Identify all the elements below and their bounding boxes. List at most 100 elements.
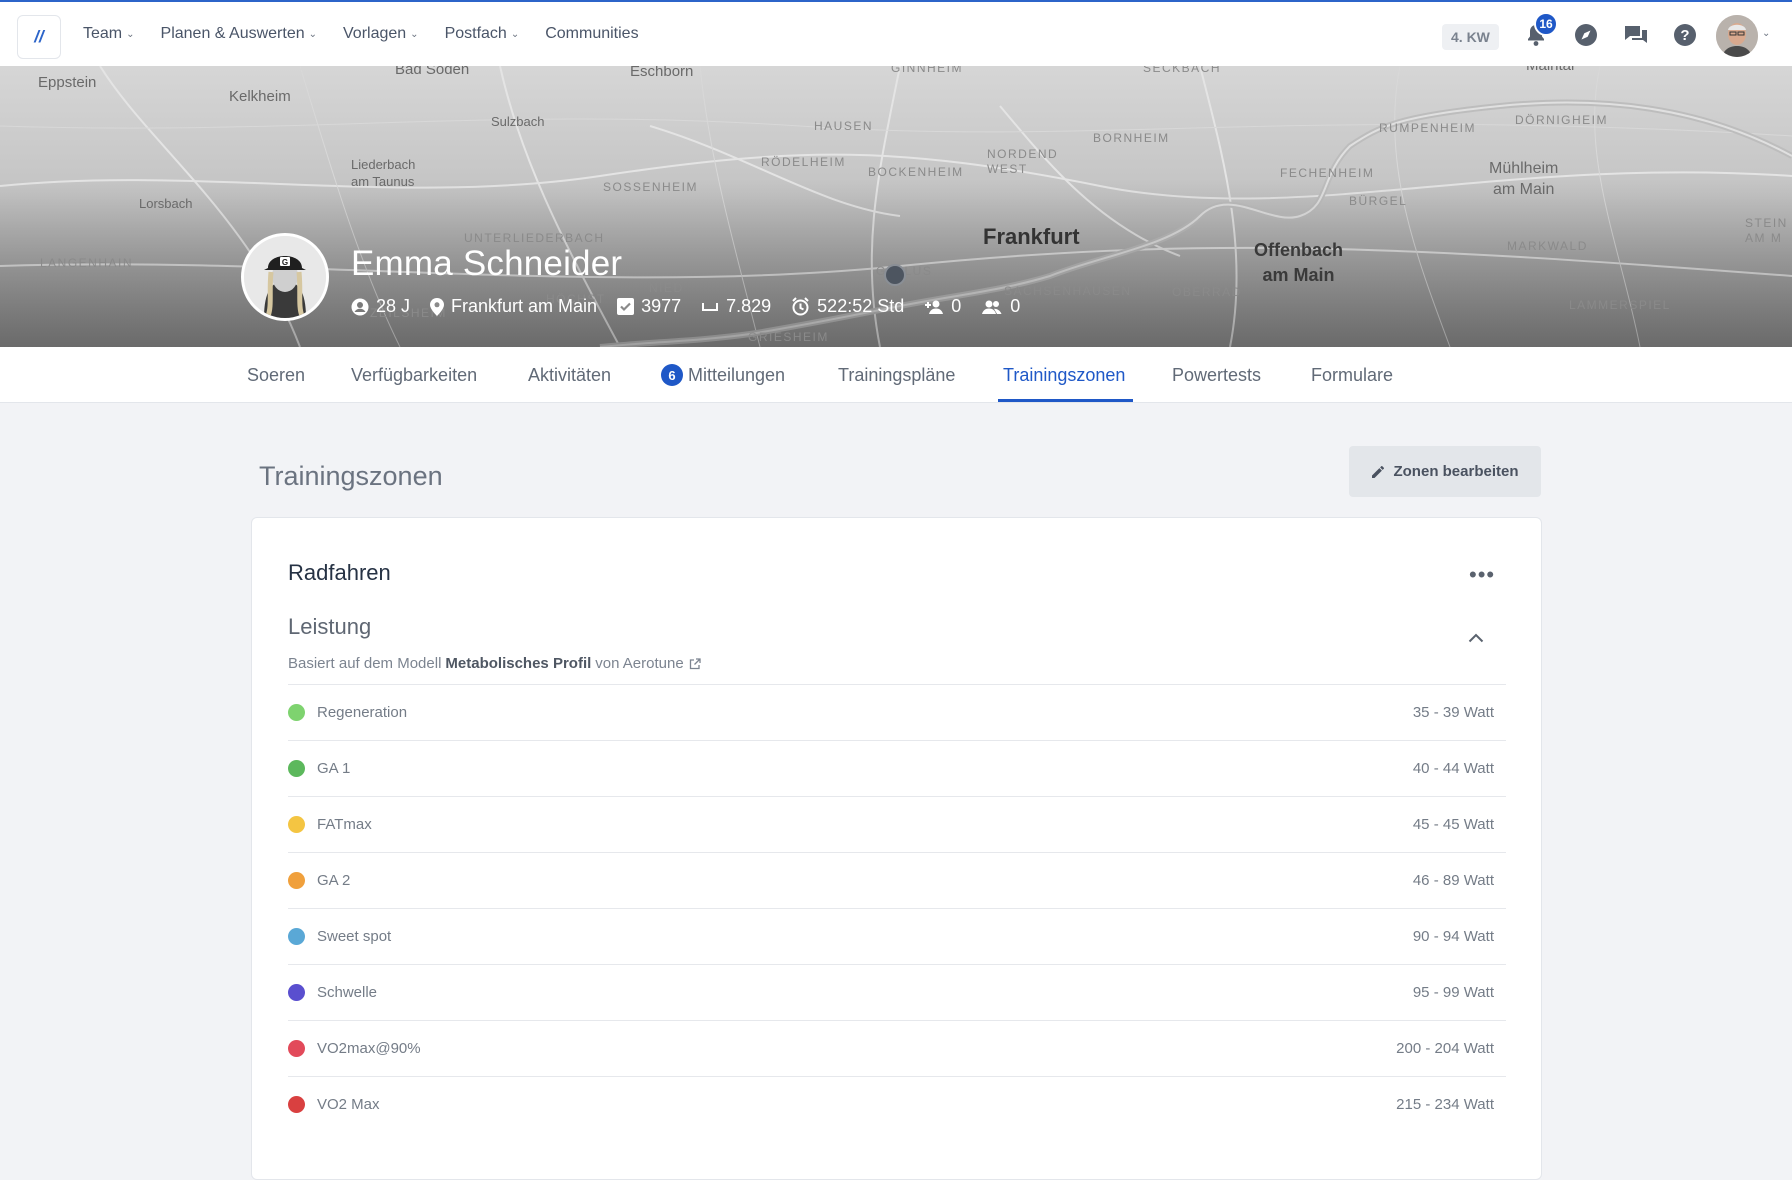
week-indicator[interactable]: 4. KW: [1442, 24, 1499, 50]
tab-mitteilungen[interactable]: 6 Mitteilungen: [661, 347, 785, 403]
chevron-down-icon: ⌄: [308, 28, 317, 40]
map-label: Mühlheim am Main: [1489, 160, 1559, 198]
map-label: NORDEND WEST: [987, 147, 1059, 176]
stat-groups: 0: [981, 296, 1020, 317]
tab-aktivitaeten[interactable]: Aktivitäten: [528, 347, 611, 403]
profile-stats: 28 J Frankfurt am Main 3977 7.829 522:52…: [351, 296, 1040, 317]
map-label: BORNHEIM: [1093, 131, 1170, 145]
nav-team[interactable]: Team ⌄: [83, 25, 135, 43]
map-label: Eppstein: [38, 74, 97, 91]
map-label: Kelkheim: [229, 88, 291, 105]
map-label: Frankfurt: [983, 224, 1080, 249]
zone-color-dot: [288, 984, 305, 1001]
subtitle-prefix: Basiert auf dem Modell: [288, 655, 442, 672]
zone-color-dot: [288, 704, 305, 721]
zone-name: VO2max@90%: [317, 1040, 421, 1057]
nav-vorlagen[interactable]: Vorlagen ⌄: [343, 25, 419, 43]
tab-trainingsplaene[interactable]: Trainingspläne: [838, 347, 955, 403]
map-label: LAMMERSPIEL: [1569, 298, 1671, 312]
main-nav: Team ⌄ Planen & Auswerten ⌄ Vorlagen ⌄ Post…: [83, 2, 665, 66]
card-title: Radfahren: [288, 560, 391, 585]
tab-powertests[interactable]: Powertests: [1172, 347, 1261, 403]
tab-verfuegbarkeiten[interactable]: Verfügbarkeiten: [351, 347, 477, 403]
tab-formulare[interactable]: Formulare: [1311, 347, 1393, 403]
edit-zones-label: Zonen bearbeiten: [1393, 463, 1519, 480]
zone-row: GA 2 46 - 89 Watt: [288, 852, 1506, 908]
zone-range: 90 - 94 Watt: [1412, 928, 1494, 945]
map-label: OBERRAD: [1172, 285, 1242, 299]
map-label: LANGENHAIN: [40, 256, 134, 270]
map-label: RUMPENHEIM: [1379, 121, 1477, 135]
help-icon[interactable]: ?: [1672, 22, 1698, 48]
tab-trainingszonen[interactable]: Trainingszonen: [1003, 347, 1125, 403]
zone-color-dot: [288, 760, 305, 777]
more-options-icon[interactable]: •••: [1469, 562, 1495, 588]
stat-location: Frankfurt am Main: [430, 296, 597, 317]
map-label: HAUSEN: [814, 119, 874, 133]
map-label: GINNHEIM: [891, 66, 963, 75]
zone-name: Regeneration: [317, 704, 408, 721]
zone-color-dot: [288, 928, 305, 945]
map-label: UNTERLIEDERBACH: [464, 231, 605, 245]
chat-icon[interactable]: [1623, 22, 1649, 48]
app-logo[interactable]: //: [17, 15, 61, 59]
checkbox-icon: [617, 298, 635, 315]
zone-range: 40 - 44 Watt: [1412, 760, 1494, 777]
chevron-down-icon[interactable]: ⌄: [1762, 28, 1770, 39]
zone-row: GA 1 40 - 44 Watt: [288, 740, 1506, 796]
zone-range: 46 - 89 Watt: [1412, 872, 1494, 889]
stat-checks-value: 3977: [641, 296, 682, 316]
nav-vorlagen-label: Vorlagen: [343, 25, 407, 42]
external-link-icon[interactable]: [689, 657, 701, 670]
stat-distance-value: 7.829: [726, 296, 772, 316]
nav-communities[interactable]: Communities: [545, 25, 638, 43]
tab-soeren[interactable]: Soeren: [247, 347, 305, 403]
nav-team-label: Team: [83, 25, 123, 42]
nav-planen-auswerten[interactable]: Planen & Auswerten ⌄: [161, 25, 317, 43]
zone-range: 45 - 45 Watt: [1412, 816, 1494, 833]
active-tab-indicator: [998, 399, 1133, 402]
user-avatar[interactable]: [1716, 15, 1758, 57]
location-pin: [884, 264, 906, 286]
zone-row: VO2 Max 215 - 234 Watt: [288, 1076, 1506, 1132]
map-label: GRIESHEIM: [748, 330, 829, 344]
page-title: Trainingszonen: [259, 461, 443, 491]
zone-color-dot: [288, 1040, 305, 1057]
zone-row: Schwelle 95 - 99 Watt: [288, 964, 1506, 1020]
map-pin-icon: [430, 297, 445, 316]
zone-row: VO2max@90% 200 - 204 Watt: [288, 1020, 1506, 1076]
stat-checks: 3977: [617, 296, 681, 317]
map-label: DÖRNIGHEIM: [1515, 113, 1608, 127]
stat-time-value: 522:52 Std: [817, 296, 905, 316]
subtitle-suffix[interactable]: von Aerotune: [595, 655, 683, 672]
zone-name: FATmax: [317, 816, 372, 833]
map-label: STEIN AM M: [1745, 216, 1788, 245]
map-label: BOCKENHEIM: [868, 165, 964, 179]
chevron-down-icon: ⌄: [510, 28, 520, 40]
edit-zones-button[interactable]: Zonen bearbeiten: [1349, 446, 1541, 497]
nav-communities-label: Communities: [545, 25, 639, 42]
pencil-icon: [1371, 465, 1385, 479]
map-label: Lorsbach: [139, 196, 193, 211]
profile-avatar[interactable]: G: [241, 233, 329, 321]
nav-postfach[interactable]: Postfach ⌄: [445, 25, 520, 43]
stat-followers-value: 0: [951, 296, 962, 316]
zone-list: Regeneration 35 - 39 Watt GA 1 40 - 44 W…: [288, 684, 1506, 1132]
map-label: FECHENHEIM: [1280, 166, 1375, 180]
tab-mitteilungen-label: Mitteilungen: [688, 364, 786, 385]
zone-name: Sweet spot: [317, 928, 392, 945]
compass-icon[interactable]: [1573, 22, 1599, 48]
section-subtitle: Basiert auf dem Modell Metabolisches Pro…: [288, 655, 701, 672]
stat-time: 522:52 Std: [791, 296, 904, 317]
map-label: BÜRGEL: [1349, 194, 1408, 208]
notification-count-badge: 16: [1534, 12, 1558, 36]
map-label: Offenbach am Main: [1254, 240, 1344, 285]
profile-name: Emma Schneider: [351, 244, 623, 283]
alarm-clock-icon: [791, 297, 810, 316]
zone-name: GA 2: [317, 872, 351, 889]
profile-tabs: Soeren Verfügbarkeiten Aktivitäten 6 Mit…: [0, 347, 1792, 403]
chevron-up-icon[interactable]: [1468, 630, 1484, 648]
zone-range: 200 - 204 Watt: [1396, 1040, 1494, 1057]
zone-name: Schwelle: [317, 984, 378, 1001]
stat-age-value: 28 J: [376, 296, 411, 316]
